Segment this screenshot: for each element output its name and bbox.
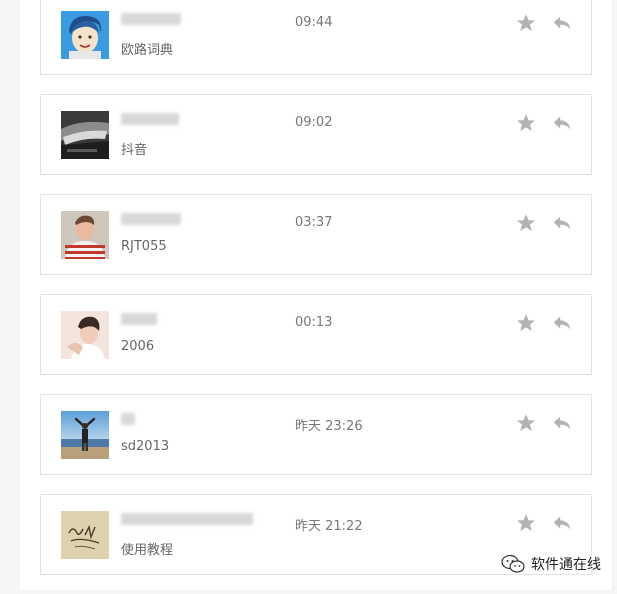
reply-icon[interactable]	[550, 312, 574, 334]
message-card[interactable]: 2006 00:13	[40, 294, 592, 375]
sender-name-redacted	[121, 113, 179, 125]
message-time: 09:02	[295, 115, 333, 130]
person-beach-avatar-icon[interactable]	[61, 411, 109, 459]
star-icon[interactable]	[515, 412, 537, 434]
star-icon[interactable]	[515, 112, 537, 134]
message-subtitle: RJT055	[121, 239, 167, 254]
person-portrait-avatar-icon[interactable]	[61, 311, 109, 359]
reply-icon[interactable]	[550, 12, 574, 34]
message-card[interactable]: RJT055 03:37	[40, 194, 592, 275]
message-time: 00:13	[295, 315, 333, 330]
star-icon[interactable]	[515, 312, 537, 334]
watermark: 软件通在线	[501, 554, 601, 574]
star-icon[interactable]	[515, 12, 537, 34]
reply-icon[interactable]	[550, 112, 574, 134]
message-time: 09:44	[295, 15, 333, 30]
message-subtitle: 2006	[121, 339, 155, 354]
wechat-logo-icon	[501, 554, 525, 573]
sender-name-redacted	[121, 413, 135, 425]
car-headlight-avatar-icon[interactable]	[61, 111, 109, 159]
reply-icon[interactable]	[550, 412, 574, 434]
message-time: 昨天 21:22	[295, 519, 363, 534]
watermark-text: 软件通在线	[531, 557, 601, 573]
handwriting-card-avatar-icon[interactable]	[61, 511, 109, 559]
message-card[interactable]: 欧路词典 09:44	[40, 0, 592, 75]
message-list: 欧路词典 09:44 抖音 09:02 RJT055 03:37 2006 00…	[40, 0, 592, 594]
message-card[interactable]: sd2013 昨天 23:26	[40, 394, 592, 475]
sender-name-redacted	[121, 513, 253, 525]
message-subtitle: 欧路词典	[121, 43, 174, 58]
person-striped-shirt-avatar-icon[interactable]	[61, 211, 109, 259]
star-icon[interactable]	[515, 212, 537, 234]
message-subtitle: 使用教程	[121, 543, 174, 558]
anime-avatar-icon[interactable]	[61, 11, 109, 59]
message-subtitle: sd2013	[121, 439, 170, 454]
sender-name-redacted	[121, 213, 181, 225]
sender-name-redacted	[121, 13, 181, 25]
sender-name-redacted	[121, 313, 157, 325]
message-card[interactable]: 抖音 09:02	[40, 94, 592, 175]
reply-icon[interactable]	[550, 512, 574, 534]
reply-icon[interactable]	[550, 212, 574, 234]
message-subtitle: 抖音	[121, 143, 148, 158]
message-panel: 欧路词典 09:44 抖音 09:02 RJT055 03:37 2006 00…	[20, 0, 613, 590]
message-time: 03:37	[295, 215, 333, 230]
message-time: 昨天 23:26	[295, 419, 363, 434]
star-icon[interactable]	[515, 512, 537, 534]
